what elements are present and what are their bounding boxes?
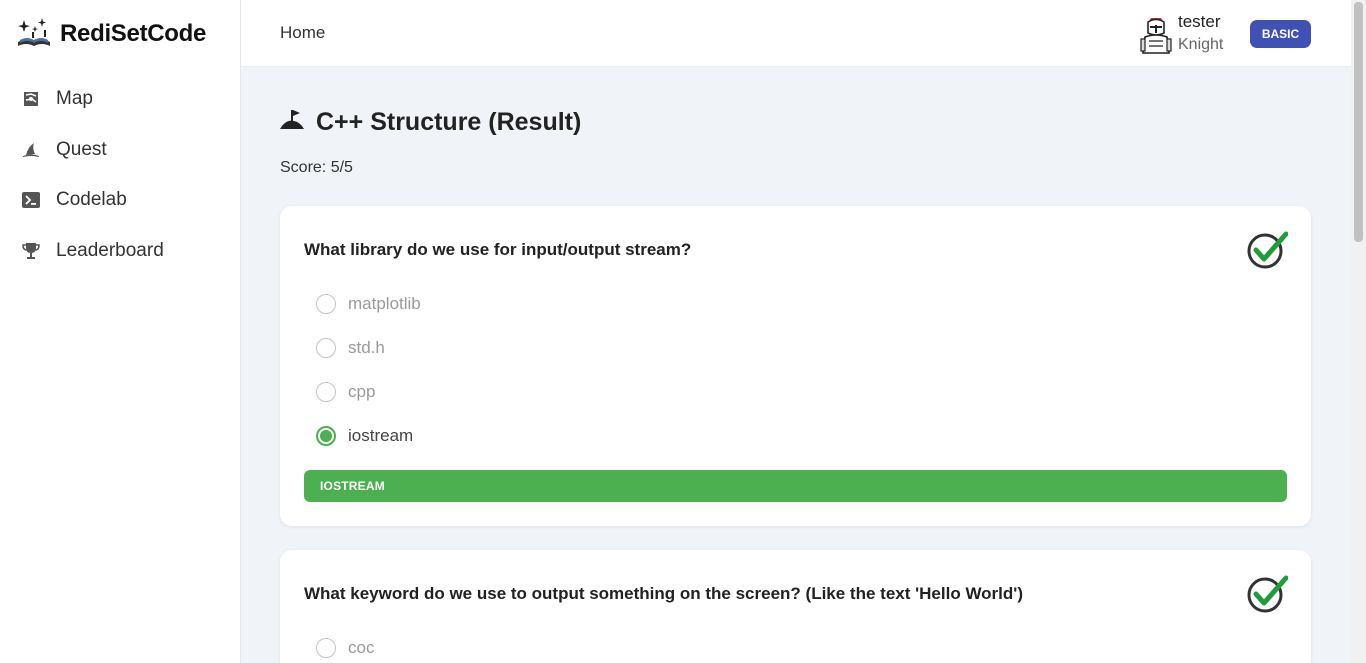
terminal-icon xyxy=(21,190,41,210)
logo[interactable]: RediSetCode xyxy=(16,16,206,52)
sidebar-item-label: Leaderboard xyxy=(56,240,164,261)
sidebar-item-codelab[interactable]: Codelab xyxy=(0,177,240,223)
sidebar-item-label: Map xyxy=(56,88,93,109)
answer-option[interactable]: matplotlib xyxy=(316,293,421,315)
scrollbar-thumb[interactable] xyxy=(1354,2,1363,242)
top-bar: Home tester Knight BASIC xyxy=(241,0,1351,67)
question-card: What library do we use for input/output … xyxy=(280,206,1311,526)
check-circle-icon xyxy=(1246,575,1289,613)
radio-button[interactable] xyxy=(316,338,336,358)
page-title-text: C++ Structure (Result) xyxy=(316,108,582,136)
option-label: iostream xyxy=(348,426,414,445)
answer-option[interactable]: cpp xyxy=(316,381,375,403)
user-name: tester xyxy=(1178,12,1221,31)
answer-option[interactable]: coc xyxy=(316,637,374,659)
radio-button[interactable] xyxy=(316,638,336,658)
sidebar-item-leaderboard[interactable]: Leaderboard xyxy=(0,228,240,274)
correct-answer-bar: IOSTREAM xyxy=(304,470,1287,502)
option-label: matplotlib xyxy=(348,294,421,313)
sidebar-item-label: Quest xyxy=(56,139,107,160)
radio-button[interactable] xyxy=(316,294,336,314)
score-text: Score: 5/5 xyxy=(280,159,353,176)
sidebar-item-quest[interactable]: Quest xyxy=(0,127,240,173)
radio-button[interactable] xyxy=(316,382,336,402)
question-text: What keyword do we use to output somethi… xyxy=(304,584,1023,603)
answer-option[interactable]: std.h xyxy=(316,337,385,359)
wizard-hat-icon xyxy=(21,140,41,160)
flag-hill-icon xyxy=(280,109,304,136)
sidebar: RediSetCode Map Quest Codelab Leaderboar… xyxy=(0,0,241,663)
plan-badge[interactable]: BASIC xyxy=(1250,20,1311,48)
app-name: RediSetCode xyxy=(60,20,207,47)
option-label: cpp xyxy=(348,382,376,401)
option-label: coc xyxy=(348,638,375,657)
radio-button-selected[interactable] xyxy=(316,426,336,446)
scrollbar[interactable] xyxy=(1351,0,1366,663)
user-rank: Knight xyxy=(1178,36,1224,53)
question-card: What keyword do we use to output somethi… xyxy=(280,550,1311,663)
map-icon xyxy=(21,89,41,109)
home-link[interactable]: Home xyxy=(280,23,325,43)
question-text: What library do we use for input/output … xyxy=(304,240,692,259)
trophy-icon xyxy=(21,241,41,261)
option-label: std.h xyxy=(348,338,385,357)
check-circle-icon xyxy=(1246,231,1289,269)
knight-avatar-icon[interactable] xyxy=(1139,15,1173,55)
page-title: C++ Structure (Result) xyxy=(280,108,581,137)
answer-option-selected[interactable]: iostream xyxy=(316,425,413,447)
book-sparkle-icon xyxy=(18,18,50,46)
sidebar-item-map[interactable]: Map xyxy=(0,76,240,122)
sidebar-item-label: Codelab xyxy=(56,189,127,210)
